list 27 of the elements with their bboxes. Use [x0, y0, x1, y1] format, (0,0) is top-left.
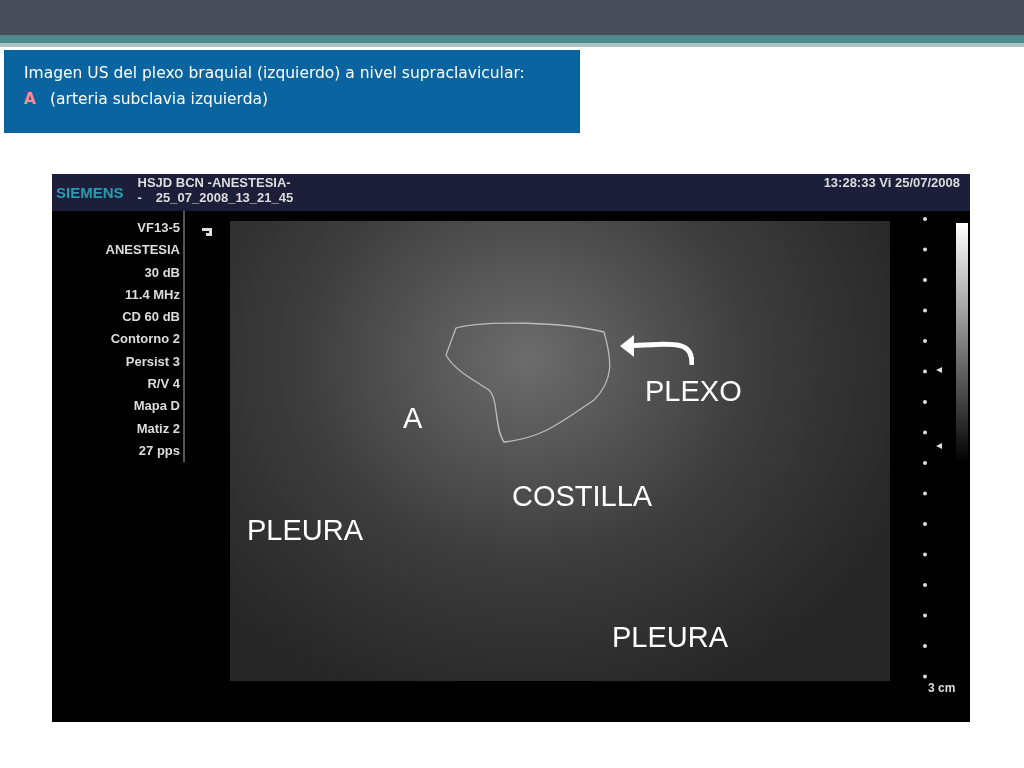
image-label: A — [403, 404, 423, 433]
parameter-text: Matiz 2 — [136, 419, 180, 438]
parameter-text: ANESTESIA — [105, 241, 180, 260]
parameter-text: 30 dB — [144, 263, 180, 282]
parameter-text: R/V 4 — [147, 375, 180, 394]
caption-heading: Imagen US del plexo braquial (izquierdo) a nivel supraclavicular: — [24, 63, 526, 84]
parameter-text: 27 pps — [138, 441, 180, 460]
image-label: COSTILLA — [512, 482, 653, 511]
image-label: PLEXO — [645, 377, 742, 406]
brand-logo: SIEMENS — [56, 184, 124, 201]
header-mark: - — [137, 190, 142, 205]
image-label: PLEURA — [247, 516, 364, 545]
parameter-text: VF13-5 — [137, 219, 180, 237]
probe-marker-icon — [201, 227, 213, 237]
parameter-text: CD 60 dB — [122, 308, 180, 327]
parameter-text: Contorno 2 — [110, 330, 180, 349]
parameter-text: 11.4 MHz — [125, 285, 180, 304]
legend-key: A — [24, 86, 36, 112]
exam-title: HSJD BCN -ANESTESIA- — [137, 175, 292, 190]
legend-text: (arteria subclavia izquierda) — [50, 89, 269, 110]
parameter-text: Persist 3 — [125, 352, 180, 371]
file-name: 25_07_2008_13_21_45 — [155, 190, 294, 205]
parameter-text: Mapa D — [133, 397, 180, 416]
date-time: 13:28:33 Vi 25/07/2008 — [823, 175, 960, 190]
curved-arrow-icon — [618, 333, 694, 367]
scale-text: 3 cm — [928, 681, 957, 695]
image-label: PLEURA — [612, 623, 729, 652]
